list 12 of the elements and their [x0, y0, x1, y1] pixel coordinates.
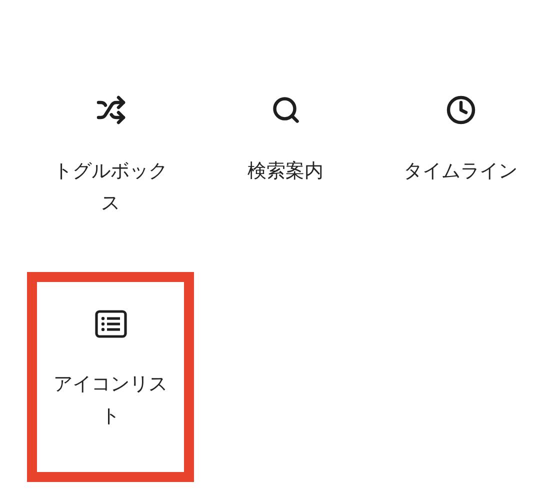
block-option[interactable]: アイコンリスト — [27, 272, 194, 482]
option-label: 検索案内 — [246, 159, 324, 184]
shuffle-icon — [96, 95, 126, 125]
block-option[interactable]: 検索案内 — [202, 57, 369, 267]
clock-icon — [446, 95, 476, 125]
block-option[interactable]: トグルボックス — [27, 57, 194, 267]
option-label: トグルボックス — [52, 159, 168, 216]
block-option[interactable]: タイムライン — [377, 57, 544, 267]
option-label: タイムライン — [402, 159, 518, 184]
option-label: アイコンリスト — [52, 372, 168, 429]
list-icon — [94, 310, 126, 338]
search-icon — [270, 95, 300, 125]
